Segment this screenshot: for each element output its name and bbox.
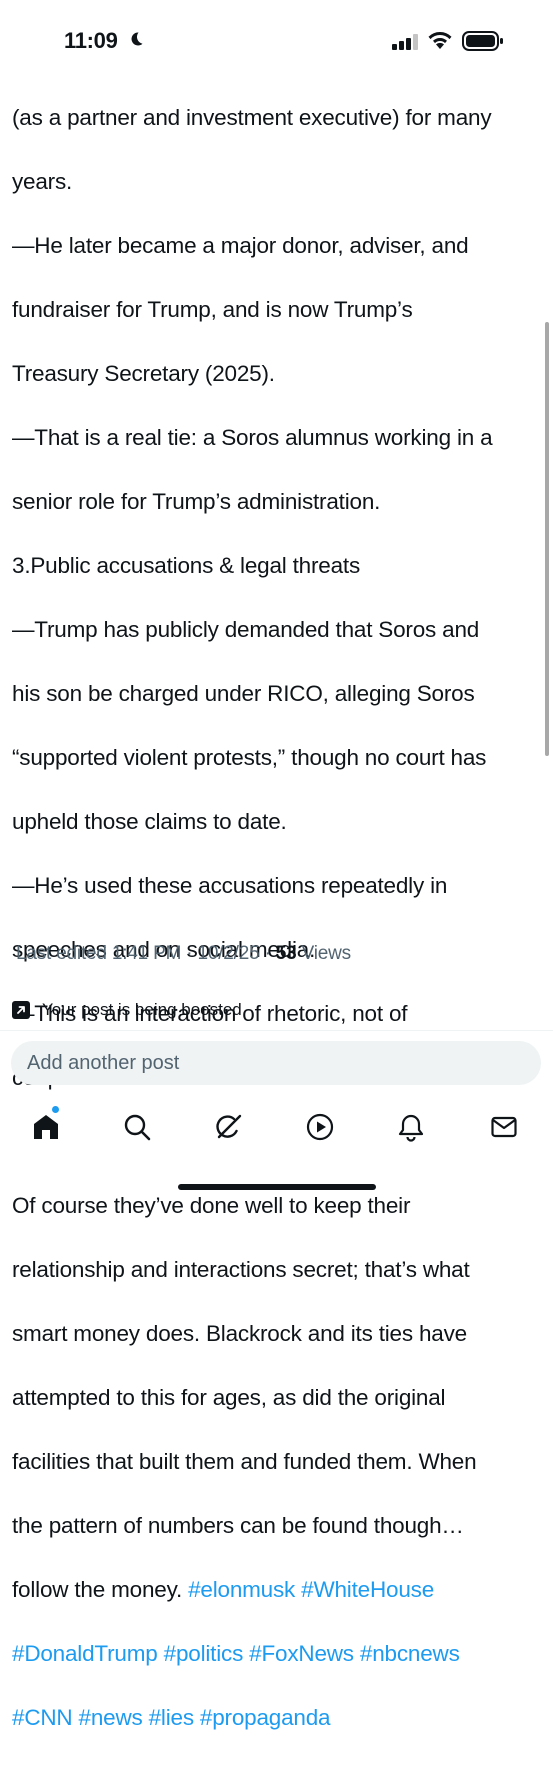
hashtag-links[interactable]: #CNN #news #lies #propaganda — [12, 1702, 547, 1734]
home-new-dot — [52, 1106, 59, 1113]
tab-videos[interactable] — [305, 1112, 335, 1142]
scroll-indicator[interactable] — [545, 322, 549, 756]
divider — [0, 1030, 553, 1031]
post-text-line: attempted to this for ages, as did the o… — [12, 1385, 446, 1410]
post-text-line: his son be charged under RICO, alleging … — [12, 681, 475, 706]
post-text-line: “supported violent protests,” though no … — [12, 745, 487, 770]
hashtag-links[interactable]: #DonaldTrump #politics #FoxNews #nbcnews — [12, 1638, 547, 1670]
home-icon — [34, 1115, 58, 1139]
post-text-line: smart money does. Blackrock and its ties… — [12, 1321, 467, 1346]
wifi-icon — [428, 31, 452, 49]
post-text-line: upheld those claims to date. — [12, 809, 287, 834]
reply-placeholder: Add another post — [27, 1051, 180, 1074]
status-bar: 11:09 — [0, 0, 553, 72]
post-text-line: Of course they’ve done well to keep thei… — [12, 1193, 411, 1218]
post-text-final: follow the money. — [12, 1577, 189, 1602]
tab-messages[interactable] — [489, 1112, 519, 1142]
mail-icon — [491, 1116, 517, 1138]
tab-home[interactable] — [31, 1112, 61, 1142]
last-edited[interactable]: Last edited 1:41 PM · 10/2/25 — [16, 943, 260, 964]
views-label: Views — [296, 943, 352, 964]
add-another-post-input[interactable]: Add another post — [11, 1041, 541, 1085]
bottom-tab-bar — [0, 1100, 553, 1154]
post-text-line: relationship and interactions secret; th… — [12, 1257, 470, 1282]
post-text-line: years. — [12, 169, 73, 194]
post-text: (as a partner and investment executive) … — [12, 70, 547, 1766]
status-time: 11:09 — [64, 28, 118, 53]
post-text-line: —He later became a major donor, adviser,… — [12, 233, 469, 258]
hashtag-links[interactable]: #elonmusk #WhiteHouse — [188, 1577, 434, 1602]
tab-notifications[interactable] — [396, 1112, 426, 1142]
meta-separator: · — [259, 943, 276, 964]
post-text-line: 3.Public accusations & legal threats — [12, 553, 360, 578]
post-text-line: —That is a real tie: a Soros alumnus wor… — [12, 425, 493, 450]
post-text-line: —He’s used these accusations repeatedly … — [12, 873, 448, 898]
bell-icon — [398, 1114, 424, 1142]
tab-grok[interactable] — [213, 1112, 243, 1142]
home-indicator[interactable] — [178, 1184, 376, 1190]
post-text-line: facilities that built them and funded th… — [12, 1449, 477, 1474]
post-text-line: (as a partner and investment executive) … — [12, 105, 492, 130]
search-icon — [124, 1114, 151, 1141]
post-text-line: Treasury Secretary (2025). — [12, 361, 275, 386]
post-text-line: follow the money. #elonmusk #WhiteHouse — [12, 1574, 547, 1606]
post-meta: Last edited 1:41 PM · 10/2/25 · 53 Views — [16, 943, 351, 965]
post-text-line: fundraiser for Trump, and is now Trump’s — [12, 297, 413, 322]
views-count[interactable]: 53 — [276, 943, 297, 964]
boost-status[interactable]: Your post is being boosted — [12, 999, 242, 1021]
post-text-line: the pattern of numbers can be found thou… — [12, 1513, 464, 1538]
moon-icon — [131, 32, 143, 46]
boost-arrow-icon — [12, 1001, 30, 1019]
post-text-line: —Trump has publicly demanded that Soros … — [12, 617, 480, 642]
post-text-line: senior role for Trump’s administration. — [12, 489, 381, 514]
cellular-signal-icon — [392, 34, 418, 50]
battery-icon — [462, 31, 503, 51]
play-icon — [306, 1113, 334, 1141]
boost-text: Your post is being boosted — [42, 1000, 242, 1019]
tab-search[interactable] — [122, 1112, 152, 1142]
grok-icon — [216, 1114, 242, 1139]
